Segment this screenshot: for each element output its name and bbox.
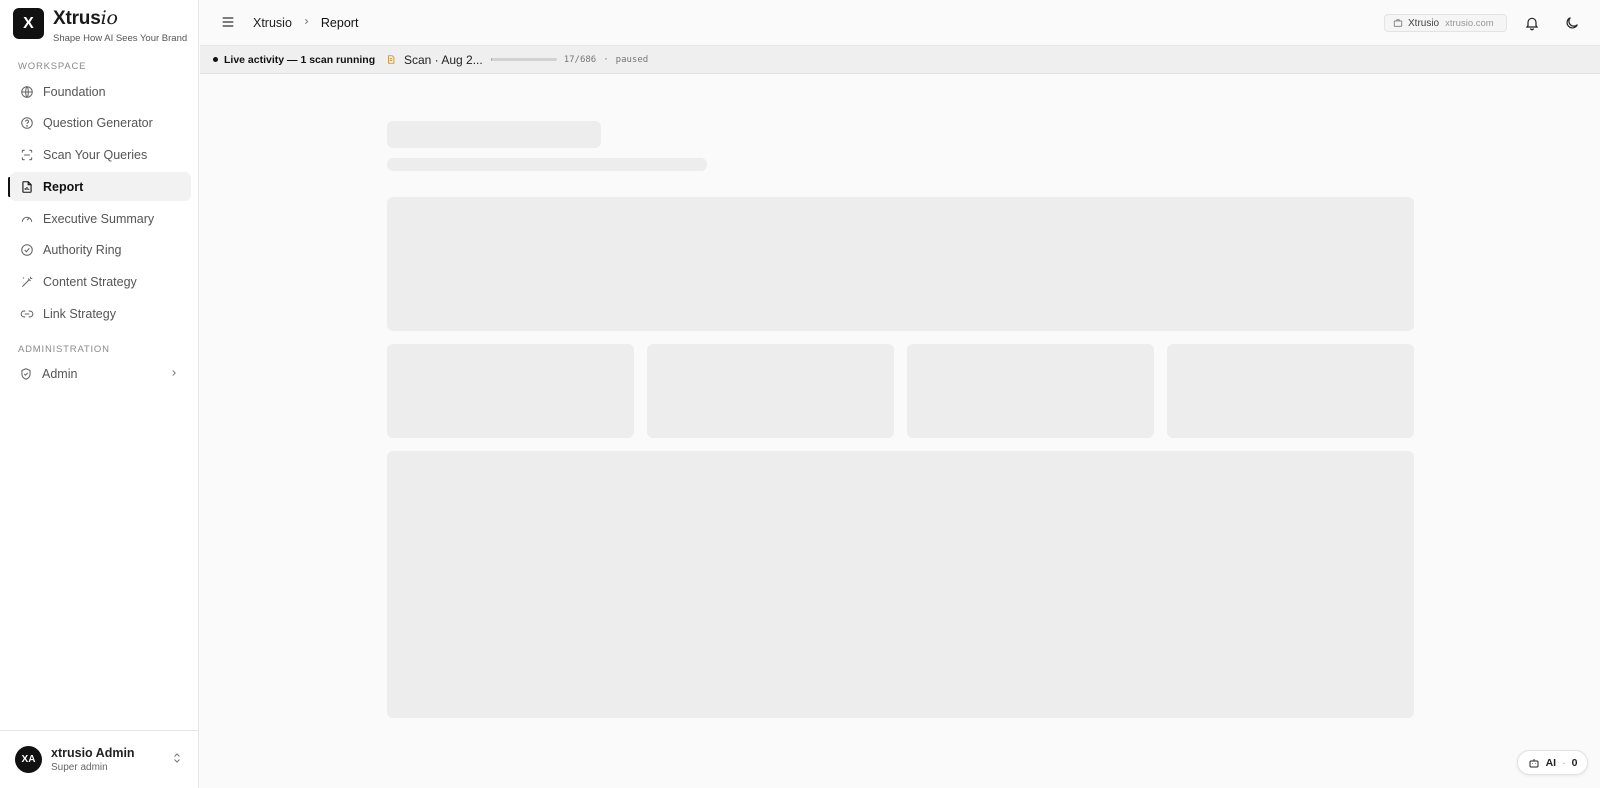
sidebar-item-foundation[interactable]: Foundation (10, 77, 191, 106)
moon-icon[interactable] (1564, 15, 1580, 31)
sidebar-item-question-generator[interactable]: Question Generator (10, 108, 191, 137)
link-icon (19, 306, 34, 321)
chevron-right-icon (302, 17, 311, 29)
domain-selector[interactable]: Xtrusio xtrusio.com (1384, 14, 1507, 32)
ai-badge-label: AI (1545, 756, 1557, 769)
sidebar-item-label: Foundation (43, 84, 106, 99)
ai-assistant-button[interactable]: AI · 0 (1517, 750, 1588, 775)
bell-icon[interactable] (1524, 15, 1540, 31)
administration-section-label: ADMINISTRATION (18, 344, 110, 355)
avatar: XA (15, 746, 42, 773)
bullet-separator: · (603, 54, 609, 65)
sidebar-item-label: Link Strategy (43, 306, 116, 321)
shield-icon (18, 366, 33, 381)
brand[interactable]: X Xtrusio Shape How AI Sees Your Brand (13, 8, 187, 44)
file-chart-icon (19, 179, 34, 194)
chevrons-up-down-icon (171, 751, 183, 770)
globe-icon (19, 84, 34, 99)
scan-icon (19, 147, 34, 162)
live-activity: Live activity — 1 scan running (213, 54, 375, 66)
skeleton-main-panel (387, 451, 1414, 718)
skeleton-stat-card (907, 344, 1154, 438)
live-activity-bar: Live activity — 1 scan running Scan · Au… (200, 46, 1600, 74)
check-circle-icon (19, 242, 34, 257)
scan-activity-item[interactable]: Scan · Aug 2... 17/686 · paused (386, 53, 648, 67)
brand-logo: X (13, 8, 44, 39)
scan-progress-fill (490, 58, 493, 61)
scan-count: 17/686 (563, 54, 597, 65)
breadcrumb-item-current: Report (320, 16, 359, 30)
wand-icon (19, 274, 34, 289)
domain-name: Xtrusio (1408, 17, 1440, 29)
bullet-separator: · (1562, 756, 1566, 769)
sidebar-item-label: Admin (42, 366, 78, 381)
sidebar-item-admin[interactable]: Admin (10, 359, 191, 388)
top-header: Xtrusio Report Xtrusio xtrusio.com (200, 0, 1600, 46)
sidebar-item-label: Question Generator (43, 115, 153, 130)
breadcrumb: Xtrusio Report (253, 16, 358, 30)
sidebar-item-label: Report (43, 179, 84, 194)
brand-name: Xtrusio (53, 8, 187, 29)
sidebar-item-label: Authority Ring (43, 242, 122, 257)
scan-progress-bar (490, 58, 557, 61)
sidebar-item-report[interactable]: Report (10, 172, 191, 201)
menu-toggle-icon[interactable] (220, 14, 236, 30)
sidebar-item-authority-ring[interactable]: Authority Ring (10, 235, 191, 264)
skeleton-stat-card (387, 344, 634, 438)
user-role: Super admin (51, 762, 108, 773)
brand-name-main: Xtrus (53, 8, 101, 29)
skeleton-stat-card (647, 344, 894, 438)
sidebar-item-label: Executive Summary (43, 211, 155, 226)
skeleton-stat-card (1167, 344, 1414, 438)
domain-url: xtrusio.com (1445, 17, 1494, 29)
sidebar-item-label: Content Strategy (43, 274, 137, 289)
brand-tagline: Shape How AI Sees Your Brand (53, 33, 188, 44)
sidebar-item-scan-your-queries[interactable]: Scan Your Queries (10, 140, 191, 169)
briefcase-icon (1393, 18, 1403, 28)
live-activity-text: Live activity — 1 scan running (224, 53, 376, 66)
document-icon (386, 54, 396, 65)
scan-status: paused (615, 54, 649, 65)
user-info: xtrusio Admin Super admin (51, 746, 135, 773)
sidebar-item-executive-summary[interactable]: Executive Summary (10, 204, 191, 233)
breadcrumb-item-home[interactable]: Xtrusio (253, 16, 292, 30)
scan-title: Scan · Aug 2... (404, 52, 483, 67)
sidebar: X Xtrusio Shape How AI Sees Your Brand W… (0, 0, 199, 788)
skeleton-subtitle (387, 158, 707, 171)
skeleton-hero-card (387, 197, 1414, 331)
skeleton-title (387, 121, 601, 148)
brand-name-italic: io (100, 7, 118, 29)
workspace-section-label: WORKSPACE (18, 61, 87, 72)
help-circle-icon (19, 115, 34, 130)
user-name: xtrusio Admin (51, 746, 135, 760)
gauge-icon (19, 211, 34, 226)
ai-badge-count: 0 (1571, 756, 1578, 769)
user-menu[interactable]: XA xtrusio Admin Super admin (0, 730, 199, 788)
live-dot (213, 57, 218, 62)
sidebar-item-label: Scan Your Queries (43, 147, 148, 162)
brand-text: Xtrusio Shape How AI Sees Your Brand (53, 8, 187, 44)
sidebar-item-link-strategy[interactable]: Link Strategy (10, 299, 191, 328)
robot-icon (1529, 758, 1539, 767)
chevron-right-icon (169, 367, 179, 381)
sidebar-item-content-strategy[interactable]: Content Strategy (10, 267, 191, 296)
